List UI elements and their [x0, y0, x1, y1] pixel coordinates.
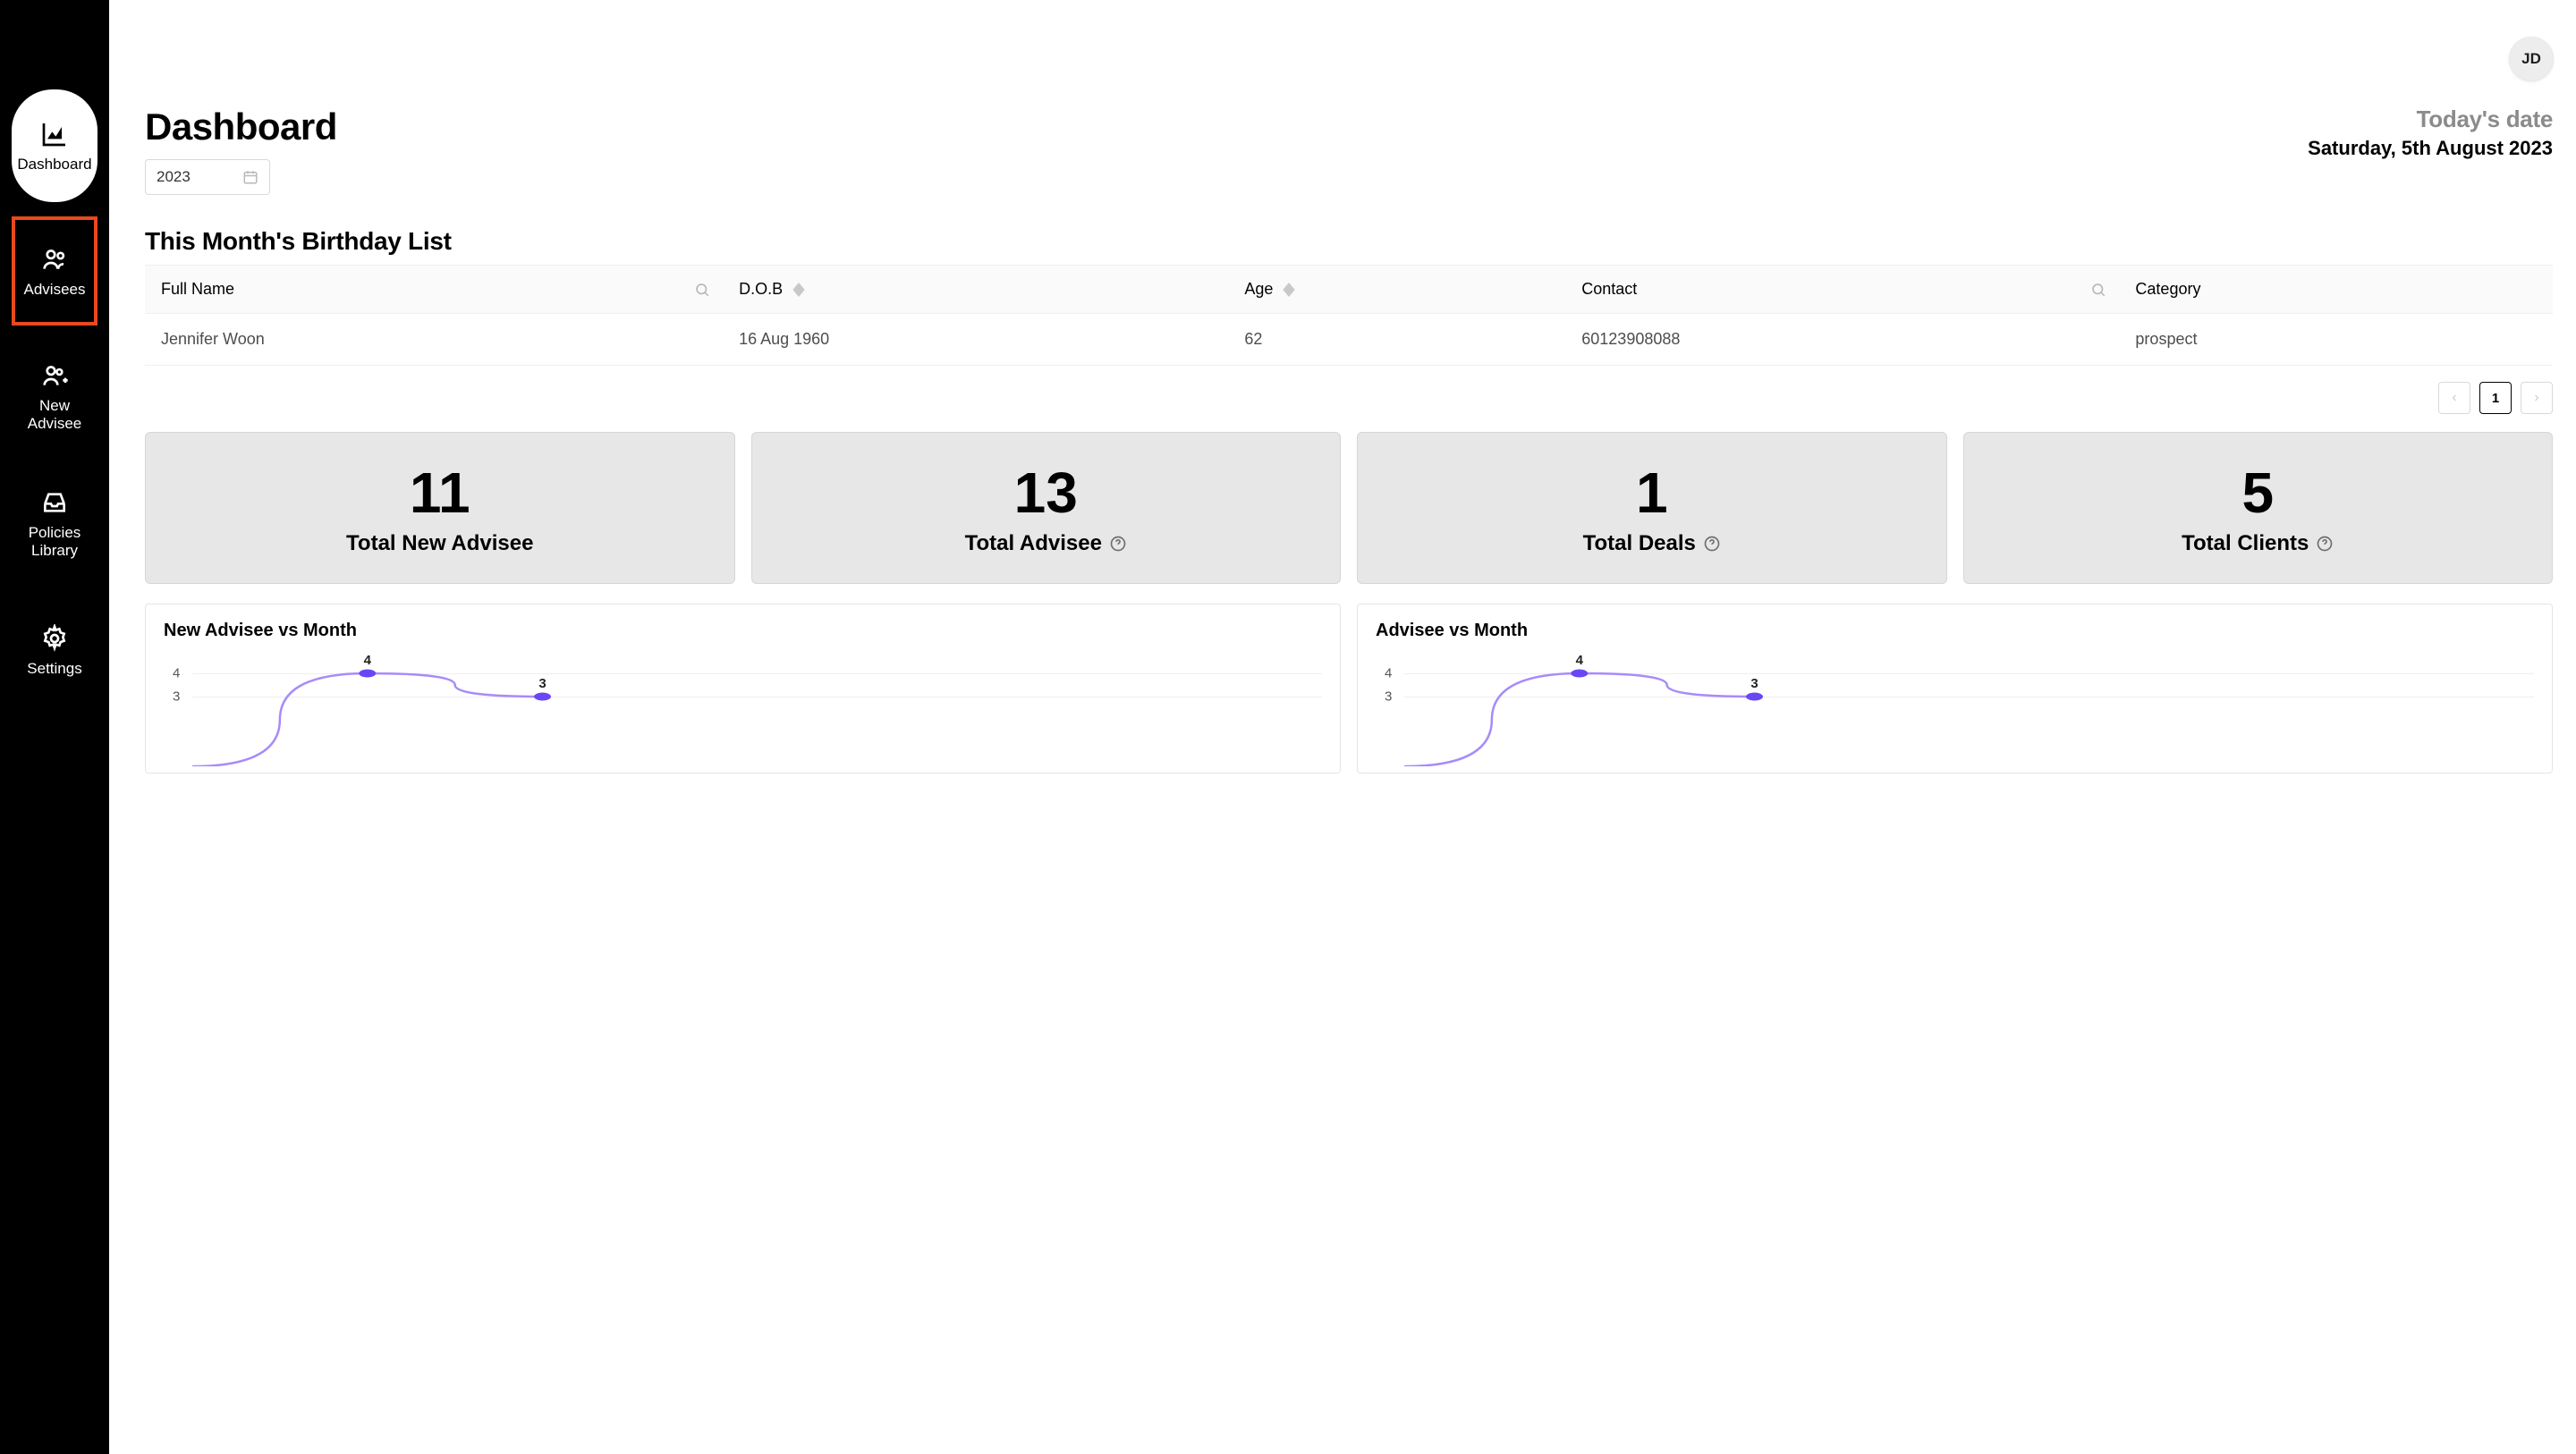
search-icon[interactable]: [2090, 282, 2106, 298]
stat-value: 5: [2241, 460, 2274, 526]
page-number-button[interactable]: 1: [2479, 382, 2512, 414]
gear-icon: [38, 622, 71, 655]
stat-card-total-deals: 1 Total Deals: [1357, 432, 1947, 584]
people-icon: [38, 243, 71, 275]
chart-new-advisee-vs-month: New Advisee vs Month 4 3 4 3: [145, 604, 1341, 773]
calendar-icon: [242, 169, 258, 185]
chart-data-label: 3: [538, 676, 546, 691]
chevron-right-icon: [2531, 393, 2542, 403]
chart-data-label: 4: [1576, 653, 1583, 668]
sidebar-item-settings[interactable]: Settings: [12, 594, 97, 706]
chart-title: Advisee vs Month: [1376, 621, 2534, 641]
sidebar-item-label: Settings: [27, 660, 81, 678]
info-icon[interactable]: [1109, 535, 1127, 553]
page-prev-button[interactable]: [2438, 382, 2470, 414]
pagination: 1: [145, 382, 2553, 414]
th-dob[interactable]: D.O.B: [723, 266, 1228, 314]
info-icon[interactable]: [1703, 535, 1721, 553]
year-picker-value: 2023: [157, 168, 191, 186]
page-next-button[interactable]: [2521, 382, 2553, 414]
avatar[interactable]: JD: [2510, 38, 2553, 80]
sidebar-item-policies-library[interactable]: Policies Library: [12, 467, 97, 579]
sidebar-item-label: Dashboard: [17, 156, 91, 173]
date-block: Today's date Saturday, 5th August 2023: [2308, 106, 2553, 160]
th-full-name[interactable]: Full Name: [145, 266, 723, 314]
people-plus-icon: [38, 359, 71, 392]
charts-row: New Advisee vs Month 4 3 4 3 Advisee vs Mon…: [145, 604, 2553, 773]
cell-category: prospect: [2119, 314, 2553, 366]
sidebar-item-label: New Advisee: [12, 397, 97, 434]
chart-body: 4 3 4 3: [1376, 650, 2534, 766]
cell-dob: 16 Aug 1960: [723, 314, 1228, 366]
birthday-section-title: This Month's Birthday List: [145, 227, 2553, 256]
date-label: Today's date: [2308, 106, 2553, 133]
date-value: Saturday, 5th August 2023: [2308, 137, 2553, 160]
stat-value: 13: [1014, 460, 1078, 526]
sort-icon[interactable]: [1283, 283, 1295, 297]
stat-value: 1: [1636, 460, 1668, 526]
cell-full-name: Jennifer Woon: [145, 314, 723, 366]
table-row[interactable]: Jennifer Woon 16 Aug 1960 62 60123908088…: [145, 314, 2553, 366]
main-content: JD Dashboard 2023 Today's date Saturday,…: [109, 0, 2576, 1454]
chart-title: New Advisee vs Month: [164, 621, 1322, 641]
chart-ytick: 3: [1385, 689, 1392, 705]
cell-contact: 60123908088: [1565, 314, 2119, 366]
th-category[interactable]: Category: [2119, 266, 2553, 314]
stat-card-total-clients: 5 Total Clients: [1963, 432, 2554, 584]
year-picker[interactable]: 2023: [145, 159, 270, 195]
chart-data-label: 4: [364, 653, 371, 668]
stat-value: 11: [410, 460, 470, 526]
header-row: Dashboard 2023 Today's date Saturday, 5t…: [145, 106, 2553, 195]
sidebar-item-dashboard[interactable]: Dashboard: [12, 89, 97, 202]
stat-label: Total Deals: [1583, 531, 1721, 556]
sidebar-item-advisees[interactable]: Advisees: [12, 216, 97, 325]
avatar-initials: JD: [2521, 50, 2541, 68]
chart-advisee-vs-month: Advisee vs Month 4 3 4 3: [1357, 604, 2553, 773]
stat-cards: 11 Total New Advisee 13 Total Advisee 1 …: [145, 432, 2553, 584]
inbox-icon: [38, 486, 71, 519]
sort-icon[interactable]: [792, 283, 805, 297]
sidebar-item-new-advisee[interactable]: New Advisee: [12, 340, 97, 452]
topbar: JD: [145, 38, 2553, 80]
chart-data-label: 3: [1750, 676, 1758, 691]
cell-age: 62: [1228, 314, 1565, 366]
chart-ytick: 4: [173, 666, 180, 681]
search-icon[interactable]: [694, 282, 710, 298]
page-title: Dashboard: [145, 106, 337, 148]
stat-label: Total Advisee: [965, 531, 1127, 556]
sidebar-item-label: Advisees: [24, 281, 86, 299]
info-icon[interactable]: [2316, 535, 2334, 553]
stat-label: Total New Advisee: [346, 531, 533, 556]
chart-ytick: 3: [173, 689, 180, 705]
sidebar: Dashboard Advisees New Advisee Policies …: [0, 0, 109, 1454]
sidebar-item-label: Policies Library: [12, 524, 97, 561]
stat-card-total-advisee: 13 Total Advisee: [751, 432, 1342, 584]
birthday-table: Full Name D.O.B Age: [145, 265, 2553, 366]
chart-body: 4 3 4 3: [164, 650, 1322, 766]
chart-area-icon: [38, 118, 71, 150]
stat-label: Total Clients: [2182, 531, 2334, 556]
chevron-left-icon: [2449, 393, 2460, 403]
stat-card-new-advisee: 11 Total New Advisee: [145, 432, 735, 584]
th-age[interactable]: Age: [1228, 266, 1565, 314]
chart-ytick: 4: [1385, 666, 1392, 681]
th-contact[interactable]: Contact: [1565, 266, 2119, 314]
